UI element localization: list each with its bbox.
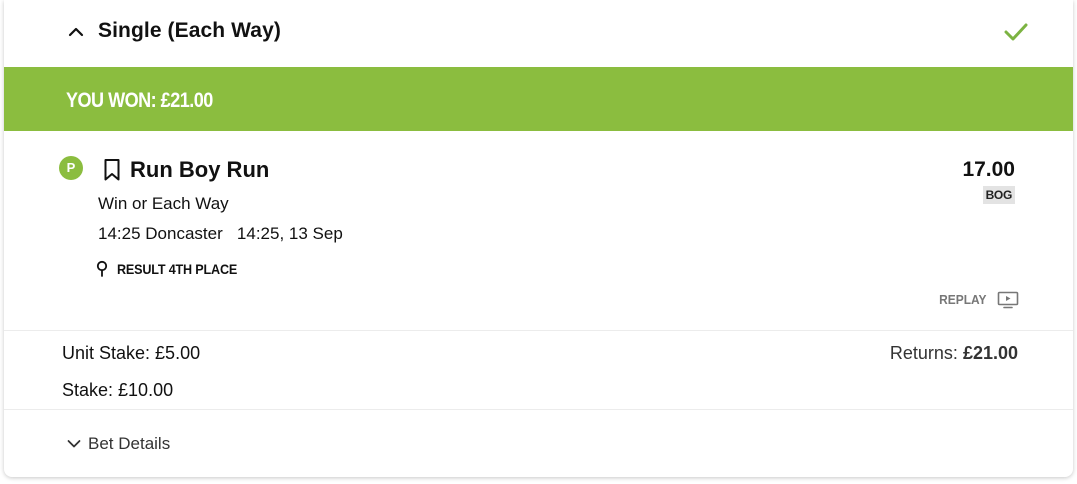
win-amount-text: YOU WON: £21.00 <box>66 89 213 112</box>
chevron-up-icon[interactable] <box>66 22 86 42</box>
placed-badge: P <box>59 156 83 180</box>
unit-stake-text: Unit Stake: £5.00 <box>62 343 201 363</box>
bet-details-label: Bet Details <box>88 434 171 453</box>
bet-card: Single (Each Way) YOU WON: £21.00 P Run … <box>4 0 1073 477</box>
location-pin-icon <box>96 260 108 277</box>
bookmark-icon[interactable] <box>103 158 121 182</box>
total-stake-text: Stake: £10.00 <box>62 380 174 400</box>
returns-value: £21.00 <box>962 343 1018 363</box>
odds-value: 17.00 <box>962 158 1015 181</box>
win-banner: YOU WON: £21.00 <box>4 67 1073 131</box>
chevron-down-icon <box>67 440 81 448</box>
tv-play-icon[interactable] <box>997 291 1019 309</box>
selection-row: P Run Boy Run Win or Each Way 14:25 Donc… <box>4 132 1073 328</box>
bet-header[interactable]: Single (Each Way) <box>4 0 1073 66</box>
market-name: Win or Each Way <box>98 194 229 213</box>
result-text: RESULT 4TH PLACE <box>117 261 238 277</box>
replay-link[interactable]: REPLAY <box>940 292 987 307</box>
bog-tag: BOG <box>982 186 1015 204</box>
divider <box>4 409 1073 410</box>
selection-name: Run Boy Run <box>130 157 270 182</box>
event-info: 14:25 Doncaster 14:25, 13 Sep <box>98 224 343 243</box>
returns-text: Returns: £21.00 <box>890 343 1018 364</box>
bet-details-toggle[interactable]: Bet Details <box>66 433 170 455</box>
stakes-section: Unit Stake: £5.00 Stake: £10.00 Returns:… <box>4 331 1073 408</box>
returns-label: Returns: <box>889 343 963 363</box>
checkmark-icon <box>1004 23 1028 41</box>
bet-type-title: Single (Each Way) <box>98 19 281 42</box>
